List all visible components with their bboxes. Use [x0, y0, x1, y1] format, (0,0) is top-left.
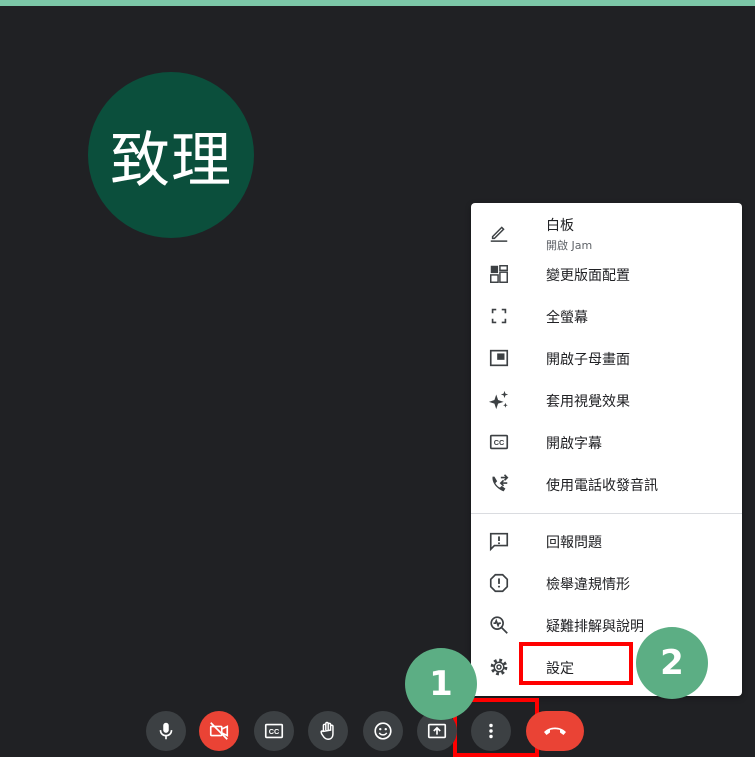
microphone-button[interactable]	[146, 711, 186, 751]
menu-item-change-layout[interactable]: 變更版面配置	[471, 255, 742, 293]
menu-item-visual-effects[interactable]: 套用視覺效果	[471, 381, 742, 419]
hang-up-button[interactable]	[526, 711, 584, 751]
captions-icon: CC	[263, 720, 285, 742]
more-options-menu: 白板 開啟 Jam 變更版面配置 全螢幕 開啟子母畫面 套用視覺效果 CC 開啟…	[471, 203, 742, 696]
menu-item-label: 開啟子母畫面	[546, 352, 630, 368]
picture-in-picture-icon	[488, 347, 510, 369]
menu-item-sublabel: 開啟 Jam	[546, 239, 593, 252]
feedback-icon	[488, 530, 510, 552]
emoji-button[interactable]	[363, 711, 403, 751]
avatar: 致理	[88, 72, 254, 238]
avatar-name: 致理	[110, 125, 232, 196]
step-number: 1	[429, 664, 453, 704]
more-options-button[interactable]	[471, 711, 511, 751]
raise-hand-icon	[317, 720, 339, 742]
phone-forward-icon	[488, 473, 510, 495]
more-options-icon	[480, 720, 502, 742]
fullscreen-icon	[488, 305, 510, 327]
pencil-icon	[488, 221, 510, 243]
menu-item-captions[interactable]: CC 開啟字幕	[471, 423, 742, 461]
camera-toggle-button[interactable]	[199, 711, 239, 751]
menu-item-picture-in-picture[interactable]: 開啟子母畫面	[471, 339, 742, 377]
report-icon	[488, 572, 510, 594]
svg-text:CC: CC	[269, 727, 280, 736]
present-icon	[426, 720, 448, 742]
menu-item-label: 全螢幕	[546, 310, 588, 326]
menu-item-label: 回報問題	[546, 535, 602, 551]
troubleshoot-icon	[488, 614, 510, 636]
step-number: 2	[660, 643, 684, 683]
menu-item-whiteboard[interactable]: 白板 開啟 Jam	[471, 213, 742, 255]
menu-item-troubleshooting[interactable]: 疑難排解與說明	[471, 606, 742, 644]
menu-item-label: 使用電話收發音訊	[546, 478, 658, 494]
layout-icon	[488, 263, 510, 285]
emoji-icon	[372, 720, 394, 742]
hang-up-icon	[542, 721, 568, 741]
menu-item-phone-audio[interactable]: 使用電話收發音訊	[471, 465, 742, 503]
raise-hand-button[interactable]	[308, 711, 348, 751]
menu-item-label: 開啟字幕	[546, 436, 602, 452]
settings-highlight-box	[519, 642, 633, 685]
captions-button[interactable]: CC	[254, 711, 294, 751]
menu-item-label: 白板	[546, 218, 574, 234]
menu-item-label: 檢舉違規情形	[546, 577, 630, 593]
menu-item-report-problem[interactable]: 回報問題	[471, 522, 742, 560]
closed-caption-icon: CC	[488, 431, 510, 453]
svg-text:CC: CC	[494, 438, 505, 447]
sparkle-icon	[488, 389, 510, 411]
camera-off-icon	[208, 720, 230, 742]
menu-item-label: 套用視覺效果	[546, 394, 630, 410]
menu-item-label: 變更版面配置	[546, 268, 630, 284]
menu-item-label: 疑難排解與說明	[546, 619, 644, 635]
step-badge-1: 1	[405, 648, 477, 720]
gear-icon	[488, 656, 510, 678]
microphone-icon	[155, 720, 177, 742]
step-badge-2: 2	[636, 627, 708, 699]
top-accent-bar	[0, 0, 755, 6]
menu-divider	[471, 513, 742, 514]
menu-item-fullscreen[interactable]: 全螢幕	[471, 297, 742, 335]
menu-item-report-abuse[interactable]: 檢舉違規情形	[471, 564, 742, 602]
